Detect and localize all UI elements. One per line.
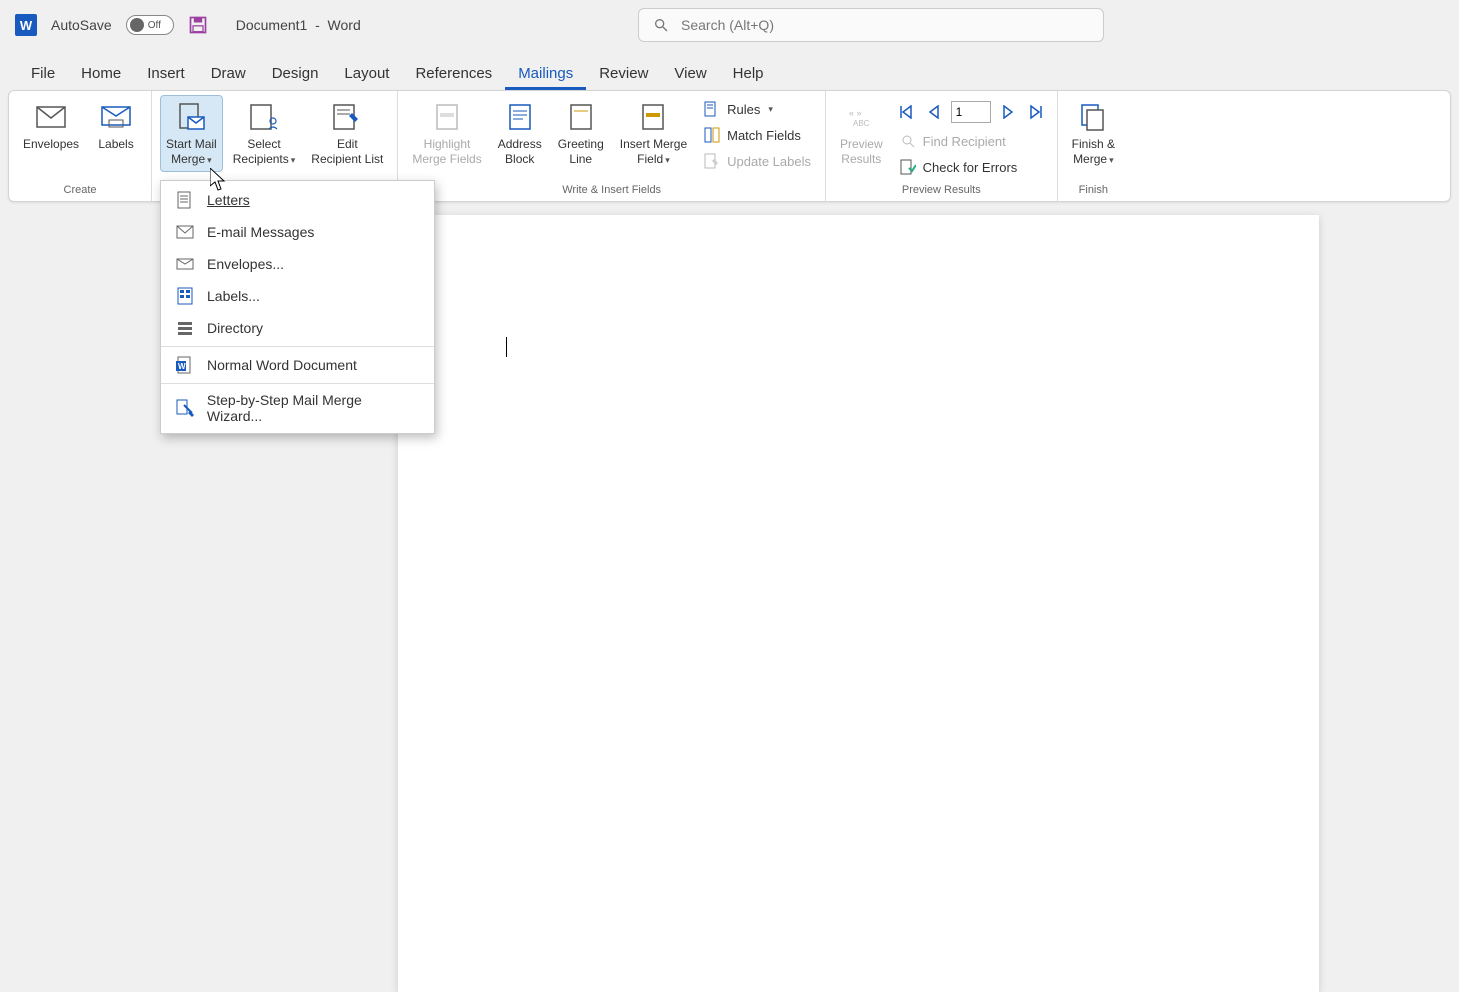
group-preview-results: « »ABC PreviewResults Find Recipient bbox=[826, 91, 1058, 201]
match-fields-button[interactable]: Match Fields bbox=[697, 123, 817, 147]
check-icon bbox=[899, 158, 917, 176]
record-number-input[interactable] bbox=[951, 101, 991, 123]
svg-text:« »: « » bbox=[849, 108, 862, 118]
tab-help[interactable]: Help bbox=[720, 57, 777, 90]
check-errors-button[interactable]: Check for Errors bbox=[893, 155, 1049, 179]
directory-icon bbox=[175, 318, 195, 338]
document-canvas[interactable] bbox=[398, 215, 1319, 992]
menu-separator bbox=[161, 383, 434, 384]
find-recipient-button[interactable]: Find Recipient bbox=[893, 129, 1049, 153]
word-app-icon: W bbox=[15, 14, 37, 36]
group-finish: Finish &Merge▾ Finish bbox=[1058, 91, 1129, 201]
start-mail-merge-menu: Letters E-mail Messages Envelopes... Lab… bbox=[160, 180, 435, 434]
start-mail-merge-button[interactable]: Start MailMerge▾ bbox=[160, 95, 223, 172]
tab-references[interactable]: References bbox=[402, 57, 505, 90]
label-icon bbox=[175, 286, 195, 306]
chevron-down-icon: ▾ bbox=[768, 104, 773, 115]
tab-insert[interactable]: Insert bbox=[134, 57, 198, 90]
group-create: Envelopes Labels Create bbox=[9, 91, 152, 201]
preview-icon: « »ABC bbox=[847, 106, 875, 128]
menu-email[interactable]: E-mail Messages bbox=[161, 216, 434, 248]
search-box[interactable]: Search (Alt+Q) bbox=[638, 8, 1104, 42]
menu-envelopes[interactable]: Envelopes... bbox=[161, 248, 434, 280]
mail-icon bbox=[175, 222, 195, 242]
autosave-label: AutoSave bbox=[51, 17, 112, 33]
search-icon bbox=[653, 17, 669, 33]
greeting-line-button[interactable]: GreetingLine bbox=[552, 95, 610, 171]
menu-normal-doc[interactable]: W Normal Word Document bbox=[161, 349, 434, 381]
group-write-insert: HighlightMerge Fields AddressBlock Greet… bbox=[398, 91, 826, 201]
tab-home[interactable]: Home bbox=[68, 57, 134, 90]
tab-file[interactable]: File bbox=[18, 57, 68, 90]
save-icon[interactable] bbox=[188, 15, 208, 35]
record-navigation bbox=[893, 97, 1049, 127]
menu-letters[interactable]: Letters bbox=[161, 184, 434, 216]
envelope-icon bbox=[175, 254, 195, 274]
autosave-state: Off bbox=[148, 20, 161, 31]
chevron-down-icon: ▾ bbox=[1109, 155, 1114, 165]
page-icon bbox=[175, 190, 195, 210]
envelope-icon bbox=[36, 106, 66, 128]
update-labels-button[interactable]: Update Labels bbox=[697, 149, 817, 173]
svg-text:W: W bbox=[178, 362, 186, 371]
word-icon: W bbox=[175, 355, 195, 375]
edit-list-icon bbox=[332, 103, 362, 131]
prev-record-button[interactable] bbox=[923, 101, 945, 123]
match-icon bbox=[703, 126, 721, 144]
title-bar: W AutoSave Off Document1 - Word Search (… bbox=[0, 0, 1459, 50]
menu-directory[interactable]: Directory bbox=[161, 312, 434, 344]
chevron-down-icon: ▾ bbox=[665, 155, 670, 165]
preview-results-button[interactable]: « »ABC PreviewResults bbox=[834, 95, 889, 171]
menu-wizard[interactable]: Step-by-Step Mail Merge Wizard... bbox=[161, 386, 434, 430]
find-icon bbox=[899, 132, 917, 150]
recipients-icon bbox=[249, 103, 279, 131]
svg-text:ABC: ABC bbox=[853, 119, 870, 128]
page-mail-icon bbox=[176, 103, 206, 131]
select-recipients-button[interactable]: SelectRecipients▾ bbox=[227, 95, 302, 172]
tab-layout[interactable]: Layout bbox=[331, 57, 402, 90]
finish-merge-button[interactable]: Finish &Merge▾ bbox=[1066, 95, 1121, 172]
address-icon bbox=[507, 103, 533, 131]
document-title: Document1 - Word bbox=[236, 17, 361, 33]
insert-merge-field-button[interactable]: Insert MergeField▾ bbox=[614, 95, 693, 172]
next-record-button[interactable] bbox=[997, 101, 1019, 123]
ribbon-tabs: File Home Insert Draw Design Layout Refe… bbox=[0, 50, 1459, 90]
rules-icon bbox=[703, 100, 721, 118]
labels-button[interactable]: Labels bbox=[89, 95, 143, 156]
envelopes-button[interactable]: Envelopes bbox=[17, 95, 85, 156]
finish-icon bbox=[1079, 103, 1107, 131]
text-cursor bbox=[506, 337, 507, 357]
menu-separator bbox=[161, 346, 434, 347]
tab-view[interactable]: View bbox=[661, 57, 719, 90]
edit-recipient-list-button[interactable]: EditRecipient List bbox=[305, 95, 389, 171]
update-icon bbox=[703, 152, 721, 170]
menu-labels[interactable]: Labels... bbox=[161, 280, 434, 312]
insert-field-icon bbox=[640, 103, 666, 131]
first-record-button[interactable] bbox=[895, 101, 917, 123]
highlight-merge-fields-button[interactable]: HighlightMerge Fields bbox=[406, 95, 487, 171]
autosave-toggle[interactable]: Off bbox=[126, 15, 174, 35]
rules-button[interactable]: Rules▾ bbox=[697, 97, 817, 121]
tab-review[interactable]: Review bbox=[586, 57, 661, 90]
tab-design[interactable]: Design bbox=[259, 57, 332, 90]
last-record-button[interactable] bbox=[1025, 101, 1047, 123]
toggle-knob bbox=[130, 18, 144, 32]
chevron-down-icon: ▾ bbox=[207, 155, 212, 165]
search-placeholder: Search (Alt+Q) bbox=[681, 17, 774, 33]
tab-mailings[interactable]: Mailings bbox=[505, 57, 586, 90]
greeting-icon bbox=[568, 103, 594, 131]
labels-icon bbox=[101, 106, 131, 128]
chevron-down-icon: ▾ bbox=[291, 155, 296, 165]
address-block-button[interactable]: AddressBlock bbox=[492, 95, 548, 171]
wizard-icon bbox=[175, 398, 195, 418]
tab-draw[interactable]: Draw bbox=[198, 57, 259, 90]
highlight-icon bbox=[434, 103, 460, 131]
